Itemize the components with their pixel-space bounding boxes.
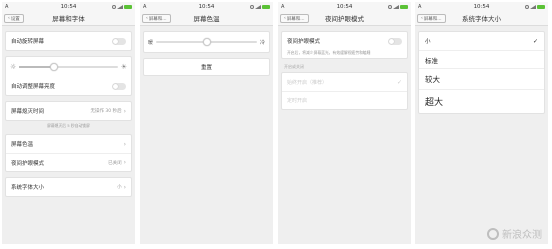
font-option-large[interactable]: 较大 — [419, 68, 544, 89]
night-mode-row[interactable]: 夜间护眼模式 — [282, 32, 407, 50]
screen-timeout-row[interactable]: 屏幕熄灭时间 无操作 30 秒后 › — [6, 102, 131, 120]
color-temp-label: 屏幕色温 — [11, 142, 34, 148]
chevron-left-icon: ‹ — [421, 16, 423, 21]
status-bar: A 10:54 — [140, 2, 273, 11]
color-temp-slider[interactable] — [156, 38, 257, 46]
brightness-card: ☼ ☀ 自动调整屏幕亮度 — [5, 56, 132, 96]
night-mode-options-card: 始终开启（推荐） ✓ 定时开启 — [281, 72, 408, 111]
brightness-slider-fill — [19, 66, 54, 68]
color-temp-card: 暖 冷 — [143, 31, 270, 53]
nav-header: ‹ 屏幕和... 系统字体大小 — [415, 11, 548, 26]
color-night-card: 屏幕色温 › 夜间护眼模式 已关闭 › — [5, 134, 132, 172]
font-size-value: 小 — [117, 185, 122, 190]
font-option-extra-large[interactable]: 超大 — [419, 89, 544, 113]
font-size-label: 系统字体大小 — [11, 185, 45, 191]
auto-brightness-row[interactable]: 自动调整屏幕亮度 — [6, 77, 131, 95]
reset-button[interactable]: 重置 — [144, 59, 269, 75]
night-mode-panel: A 10:54 ‹ 屏幕和... 夜间护眼模式 夜间护眼模式 开启后，将减少屏幕蓝… — [278, 2, 411, 244]
night-mode-row[interactable]: 夜间护眼模式 已关闭 › — [6, 153, 131, 171]
chevron-right-icon: › — [123, 159, 126, 166]
back-button[interactable]: ‹ 屏幕和... — [142, 14, 171, 23]
status-time: 10:54 — [198, 3, 215, 10]
status-time: 10:54 — [473, 3, 490, 10]
back-button[interactable]: ‹ 设置 — [4, 14, 24, 23]
status-time: 10:54 — [336, 3, 353, 10]
chevron-right-icon: › — [123, 183, 126, 191]
nav-header: ‹ 设置 屏幕和字体 — [2, 11, 135, 26]
back-button[interactable]: ‹ 屏幕和... — [417, 14, 446, 23]
auto-brightness-toggle[interactable] — [112, 82, 126, 90]
font-option-small[interactable]: 小 ✓ — [419, 32, 544, 50]
night-mode-label: 夜间护眼模式 — [11, 160, 45, 167]
timeout-note: 屏幕熄灭后 5 秒自动锁屏 — [47, 123, 90, 128]
auto-rotate-row[interactable]: 自动旋转屏幕 — [6, 32, 131, 50]
font-size-panel: A 10:54 ‹ 屏幕和... 系统字体大小 小 ✓ 标准 较大 超大 新浪众测 — [415, 2, 548, 244]
nav-header: ‹ 屏幕和... 屏幕色温 — [140, 11, 273, 26]
warm-label: 暖 — [148, 39, 154, 46]
check-icon: ✓ — [532, 37, 538, 45]
night-mode-description: 开启后，将减少屏幕蓝光，有效缓解视疲劳和瞌睡 — [287, 50, 371, 55]
section-label: 开启或关闭 — [284, 64, 304, 70]
status-bar: A 10:54 — [278, 2, 411, 11]
auto-rotate-toggle[interactable] — [112, 37, 126, 45]
brightness-slider-knob[interactable] — [49, 63, 58, 71]
font-option-standard[interactable]: 标准 — [419, 50, 544, 68]
back-button[interactable]: ‹ 屏幕和... — [280, 14, 309, 23]
auto-rotate-label: 自动旋转屏幕 — [11, 39, 45, 45]
color-temp-slider-knob[interactable] — [202, 38, 211, 46]
color-temp-slider-row: 暖 冷 — [144, 32, 269, 52]
chevron-left-icon: ‹ — [8, 16, 10, 21]
font-size-row[interactable]: 系统字体大小 小 › — [6, 178, 131, 196]
night-mode-toggle[interactable] — [388, 37, 402, 45]
status-time: 10:54 — [60, 3, 77, 10]
nav-header: ‹ 屏幕和... 夜间护眼模式 — [278, 11, 411, 26]
check-icon: ✓ — [396, 78, 402, 86]
night-mode-label: 夜间护眼模式 — [287, 39, 321, 45]
night-mode-value: 已关闭 — [108, 160, 122, 166]
status-bar: A 10:54 — [415, 2, 548, 11]
auto-rotate-card: 自动旋转屏幕 — [5, 31, 132, 51]
font-size-options-card: 小 ✓ 标准 较大 超大 — [418, 31, 545, 114]
chevron-right-icon: › — [123, 107, 126, 115]
chevron-left-icon: ‹ — [284, 16, 286, 21]
watermark-logo-icon — [487, 227, 499, 240]
option-always-on: 始终开启（推荐） ✓ — [287, 78, 402, 86]
brightness-low-icon: ☼ — [10, 63, 17, 71]
night-mode-card: 夜间护眼模式 开启后，将减少屏幕蓝光，有效缓解视疲劳和瞌睡 — [281, 31, 408, 60]
status-bar: A 10:54 — [2, 2, 135, 11]
chevron-right-icon: › — [123, 140, 126, 148]
auto-brightness-label: 自动调整屏幕亮度 — [11, 84, 56, 90]
brightness-slider-row: ☼ ☀ — [6, 57, 131, 77]
chevron-left-icon: ‹ — [146, 16, 148, 21]
option-scheduled: 定时开启 — [282, 91, 407, 109]
watermark: 新浪众测 — [487, 226, 542, 241]
font-size-card: 系统字体大小 小 › — [5, 177, 132, 197]
brightness-high-icon: ☀ — [120, 63, 127, 71]
cool-label: 冷 — [259, 39, 265, 46]
screen-timeout-label: 屏幕熄灭时间 — [11, 109, 45, 115]
reset-card: 重置 — [143, 58, 270, 76]
brightness-slider[interactable] — [19, 63, 118, 71]
color-temp-row[interactable]: 屏幕色温 › — [6, 135, 131, 153]
screen-timeout-value: 无操作 30 秒后 — [90, 109, 122, 114]
screen-timeout-card: 屏幕熄灭时间 无操作 30 秒后 › — [5, 101, 132, 121]
screen-font-settings-panel: A 10:54 ‹ 设置 屏幕和字体 自动旋转屏幕 ☼ ☀ 自动调整屏幕亮度 屏幕… — [2, 2, 135, 244]
color-temperature-panel: A 10:54 ‹ 屏幕和... 屏幕色温 暖 冷 重置 — [140, 2, 273, 244]
